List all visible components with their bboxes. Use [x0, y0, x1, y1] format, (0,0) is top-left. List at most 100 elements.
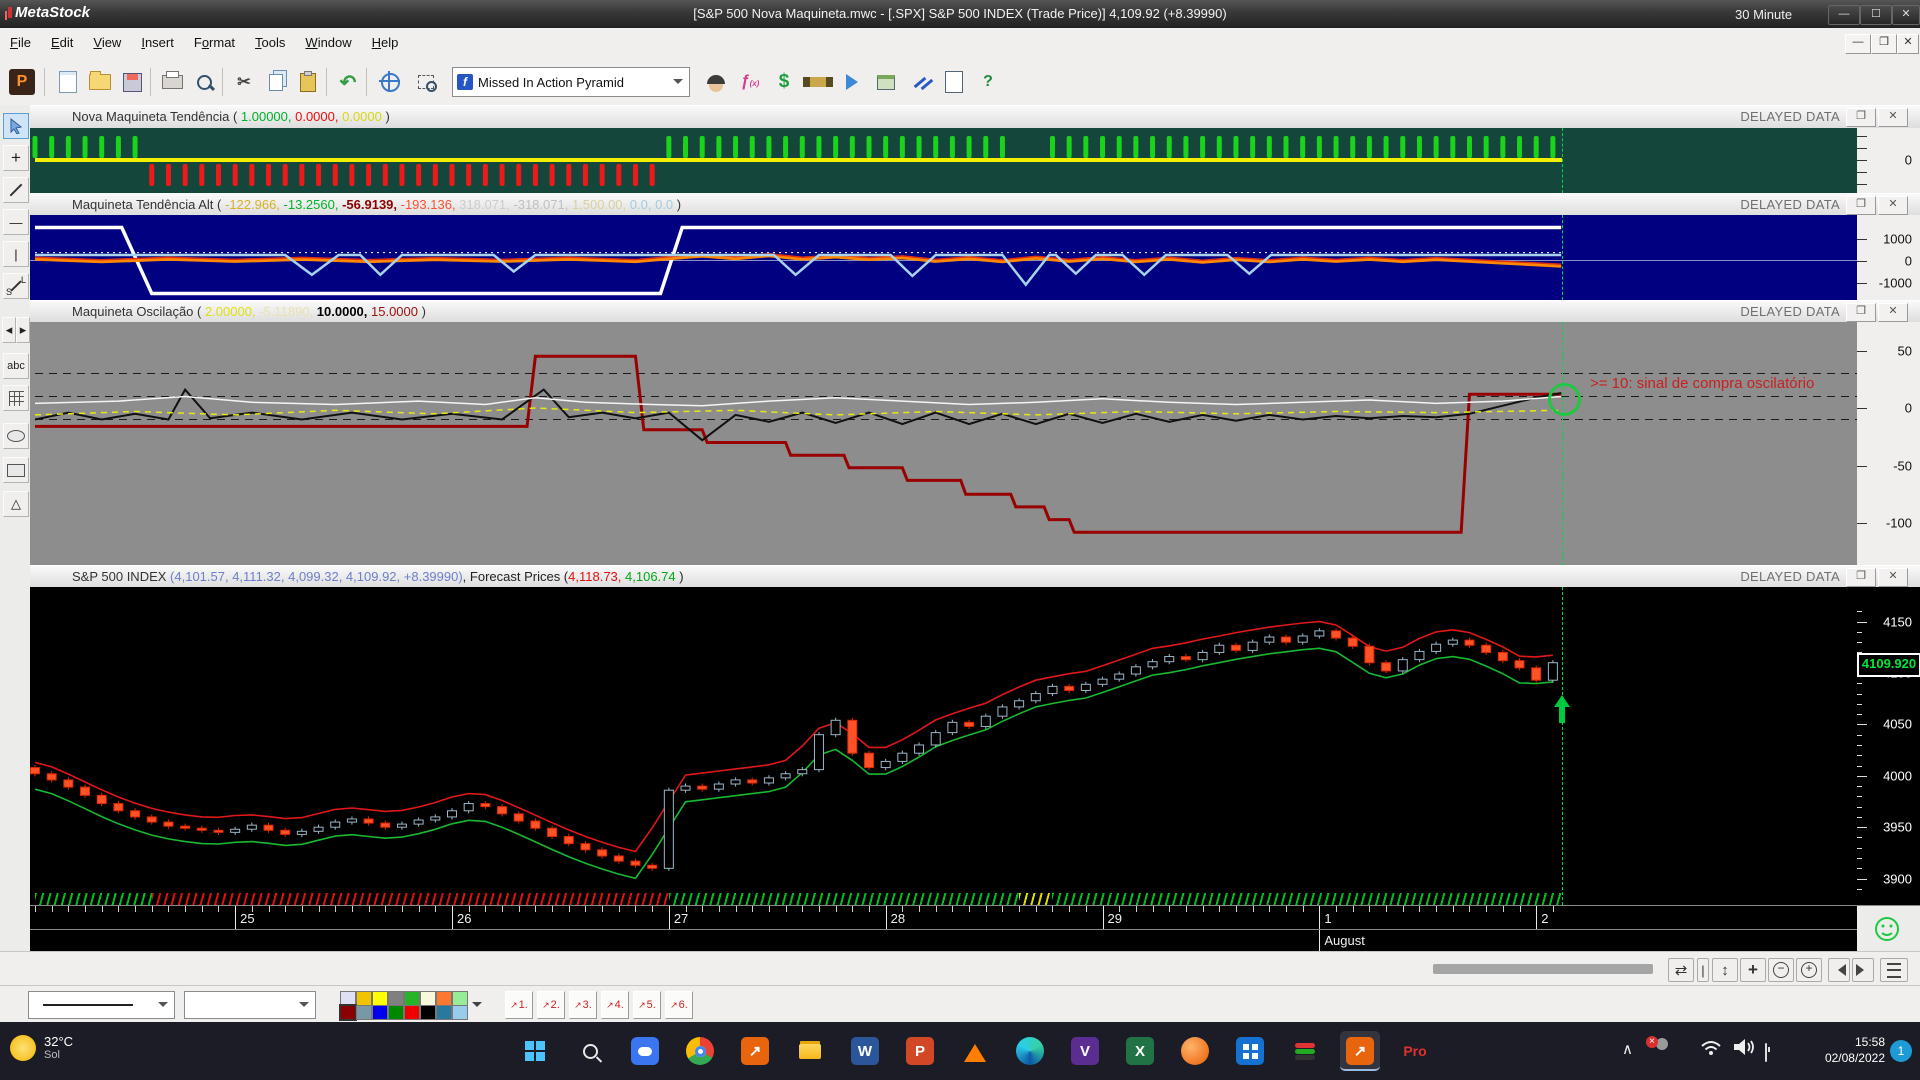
downloader-button[interactable] [870, 65, 902, 99]
indicator-builder-button[interactable]: ƒ(x) [734, 65, 766, 99]
scroll-page-right-button[interactable] [1852, 958, 1874, 982]
menu-file[interactable]: File [0, 28, 41, 60]
taskbar-icon-vlc[interactable] [955, 1031, 995, 1071]
tool-scroll-left[interactable]: ◂ [2, 317, 16, 343]
menu-tools[interactable]: Tools [245, 28, 295, 60]
taskbar-icon-metastock[interactable]: ↗ [735, 1031, 775, 1071]
menu-insert[interactable]: Insert [131, 28, 184, 60]
taskbar-icon-word[interactable]: W [845, 1031, 885, 1071]
pane-close-button[interactable]: ✕ [1878, 568, 1908, 587]
color-swatch[interactable] [452, 1005, 468, 1020]
date-axis[interactable]: 252627282912 [30, 905, 1857, 930]
scroll-zoom-out-button[interactable]: − [1768, 958, 1794, 982]
tool-vertical-line[interactable]: | [3, 241, 29, 267]
pane-plot-3[interactable]: >= 10: sinal de compra oscilatório [30, 322, 1857, 565]
context-help-button[interactable]: ? [972, 65, 1004, 99]
taskbar-icon-chips-app[interactable] [1285, 1031, 1325, 1071]
scroll-refresh-button[interactable]: ⇄ [1668, 958, 1694, 982]
menu-edit[interactable]: Edit [41, 28, 83, 60]
child-close-button[interactable]: ✕ [1897, 34, 1919, 54]
taskbar-icon-metastock-active[interactable]: ↗ [1340, 1031, 1380, 1071]
scroll-layout-list-button[interactable] [1880, 958, 1908, 982]
tool-scroll-right[interactable]: ▸ [16, 317, 30, 343]
color-swatch[interactable] [452, 991, 468, 1006]
taskbar-icon-search[interactable] [570, 1031, 610, 1071]
pane-plot-1[interactable] [30, 128, 1857, 193]
print-button[interactable] [156, 65, 188, 99]
color-swatch[interactable] [340, 991, 356, 1006]
line-weight-dropdown[interactable] [184, 991, 316, 1019]
line-style-dropdown[interactable] [28, 991, 175, 1019]
cut-button[interactable]: ✂ [228, 65, 260, 99]
scroll-page-left-button[interactable] [1828, 958, 1850, 982]
scan-button[interactable] [802, 65, 834, 99]
taskbar-icon-start[interactable] [515, 1031, 555, 1071]
child-restore-button[interactable]: ❐ [1871, 34, 1897, 54]
tool-grid[interactable] [3, 385, 29, 411]
close-button[interactable]: ✕ [1892, 5, 1920, 25]
layout-template-6[interactable]: 6. [665, 991, 693, 1019]
tool-horizontal-line[interactable]: — [3, 209, 29, 235]
layout-template-4[interactable]: 4. [601, 991, 629, 1019]
expert-advisor-button[interactable]: $ [768, 65, 800, 99]
pane-close-button[interactable]: ✕ [1878, 196, 1908, 215]
taskbar-clock[interactable]: 15:58 02/08/2022 [1795, 1034, 1885, 1066]
maximize-button[interactable]: ☐ [1860, 5, 1892, 25]
layout-template-2[interactable]: 2. [537, 991, 565, 1019]
color-swatch[interactable] [388, 1005, 404, 1020]
scroll-divider-button[interactable]: | [1697, 958, 1709, 982]
undo-button[interactable]: ↶ [332, 65, 364, 99]
volume-icon[interactable] [1732, 1038, 1756, 1060]
tool-rectangle[interactable] [3, 457, 29, 483]
taskbar-icon-edge[interactable] [1010, 1031, 1050, 1071]
scroll-zoom-in-button[interactable]: + [1796, 958, 1822, 982]
layout-template-3[interactable]: 3. [569, 991, 597, 1019]
open-button[interactable] [84, 65, 116, 99]
palette-more-arrow[interactable] [472, 1002, 482, 1012]
forecaster-button[interactable] [836, 65, 868, 99]
color-swatch[interactable] [340, 1005, 356, 1020]
layout-template-5[interactable]: 5. [633, 991, 661, 1019]
pane-maximize-button[interactable]: ❐ [1846, 196, 1876, 215]
color-swatch[interactable] [356, 1005, 372, 1020]
color-swatch[interactable] [420, 1005, 436, 1020]
pane-maximize-button[interactable]: ❐ [1846, 108, 1876, 127]
new-chart-button[interactable] [52, 65, 84, 99]
color-swatch[interactable] [404, 1005, 420, 1020]
tool-text[interactable]: abc [3, 353, 29, 379]
color-swatch[interactable] [356, 991, 372, 1006]
color-swatch[interactable] [420, 991, 436, 1006]
battery-icon[interactable] [1765, 1044, 1767, 1061]
taskbar-icon-orange-app[interactable] [1175, 1031, 1215, 1071]
zoom-select-button[interactable] [410, 65, 442, 99]
menu-window[interactable]: Window [295, 28, 361, 60]
scroll-pan-button[interactable]: + [1740, 958, 1766, 982]
taskbar-weather[interactable]: 32°C Sol [10, 1034, 73, 1061]
tool-triangle[interactable]: △ [3, 491, 29, 517]
layout-template-1[interactable]: 1. [505, 991, 533, 1019]
copy-button[interactable] [260, 65, 292, 99]
taskbar-icon-excel[interactable]: X [1120, 1031, 1160, 1071]
report-preview-button[interactable] [938, 65, 970, 99]
pane-maximize-button[interactable]: ❐ [1846, 568, 1876, 587]
pane-close-button[interactable]: ✕ [1878, 108, 1908, 127]
taskbar-icon-blue-app[interactable] [1230, 1031, 1270, 1071]
pane-plot-2[interactable] [30, 215, 1857, 300]
pane-plot-4[interactable] [30, 587, 1857, 905]
tool-pointer[interactable] [3, 113, 29, 139]
taskbar-icon-pro[interactable]: Pro [1395, 1031, 1435, 1071]
wifi-icon[interactable] [1700, 1038, 1722, 1060]
menu-help[interactable]: Help [362, 28, 409, 60]
color-swatch[interactable] [404, 991, 420, 1006]
save-button[interactable] [116, 65, 148, 99]
color-swatch[interactable] [436, 1005, 452, 1020]
color-swatch[interactable] [372, 991, 388, 1006]
power-console-button[interactable]: P [4, 65, 40, 99]
tool-crosshair[interactable]: + [3, 145, 29, 171]
taskbar-icon-chat[interactable] [625, 1031, 665, 1071]
template-combobox[interactable]: f Missed In Action Pyramid [452, 67, 690, 97]
tool-ellipse[interactable] [3, 423, 29, 449]
print-preview-button[interactable] [188, 65, 220, 99]
tool-semilog-trendline[interactable]: SL [3, 273, 29, 299]
taskbar-icon-powerpoint[interactable]: P [900, 1031, 940, 1071]
